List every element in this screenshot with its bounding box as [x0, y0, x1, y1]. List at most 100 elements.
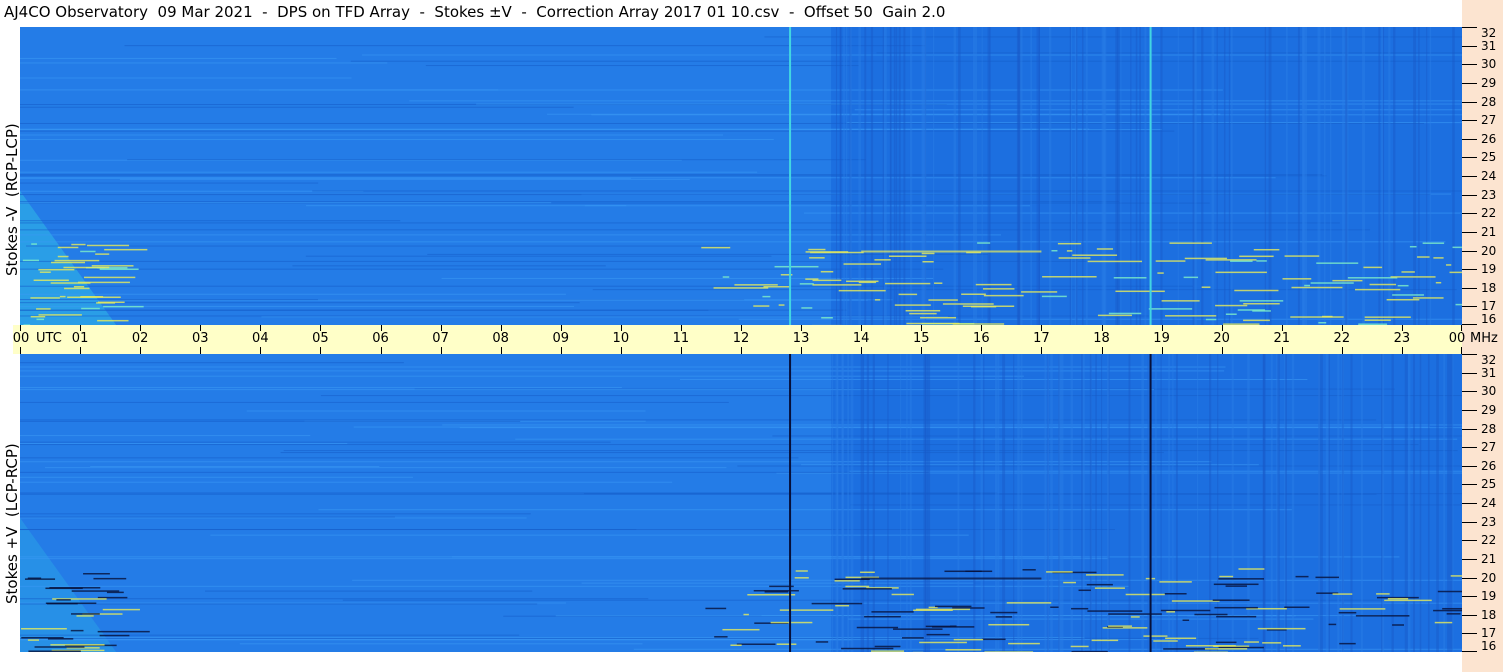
- time-tick: [1401, 347, 1403, 354]
- heatmap-burst: [856, 626, 899, 629]
- heatmap-streak: [20, 585, 1129, 587]
- heatmap-burst: [1153, 640, 1178, 642]
- frequency-tick: [1462, 651, 1477, 652]
- heatmap-burst: [50, 282, 91, 284]
- heatmap-burst: [834, 580, 860, 582]
- heatmap-column: [1285, 27, 1288, 325]
- frequency-tick: [1462, 269, 1477, 271]
- heatmap-burst: [838, 289, 886, 292]
- heatmap-column: [1230, 27, 1233, 325]
- heatmap-burst: [1212, 599, 1250, 601]
- frequency-tick: [1462, 287, 1477, 289]
- frequency-tick: [1462, 391, 1477, 393]
- heatmap-burst: [31, 243, 37, 245]
- heatmap-streak: [20, 139, 774, 141]
- heatmap-burst: [705, 607, 727, 610]
- heatmap-column: [1443, 354, 1446, 652]
- heatmap-burst: [734, 284, 778, 286]
- time-unit-label: UTC: [36, 331, 62, 346]
- heatmap-column: [1070, 354, 1073, 652]
- heatmap-column: [1318, 354, 1321, 652]
- heatmap-burst: [1215, 304, 1248, 307]
- heatmap-burst: [70, 629, 84, 632]
- heatmap-streak: [312, 190, 1462, 192]
- frequency-tick: [1462, 558, 1477, 560]
- heatmap-streak: [280, 452, 1164, 454]
- heatmap-streak: [320, 395, 1462, 397]
- heatmap-burst: [821, 317, 833, 319]
- heatmap-burst: [36, 308, 51, 310]
- heatmap-burst: [57, 246, 79, 249]
- heatmap-column: [898, 27, 901, 325]
- heatmap-column: [1172, 354, 1174, 652]
- heatmap-burst: [1041, 295, 1067, 298]
- heatmap-column: [850, 354, 854, 652]
- heatmap-burst: [874, 645, 901, 648]
- frequency-tick-label: 18: [1481, 607, 1497, 622]
- time-tick-label: 18: [1093, 331, 1110, 346]
- heatmap-column: [975, 27, 977, 325]
- heatmap-column: [1002, 354, 1006, 652]
- heatmap-streak: [239, 643, 643, 645]
- heatmap-column: [1069, 27, 1072, 325]
- heatmap-column: [1427, 354, 1430, 652]
- heatmap-burst: [1363, 266, 1383, 269]
- heatmap-burst: [845, 585, 870, 588]
- heatmap-streak: [20, 516, 395, 518]
- heatmap-streak: [584, 205, 1031, 207]
- spectrogram-bottom-panel: [20, 354, 1462, 652]
- heatmap-burst: [815, 641, 829, 643]
- heatmap-burst: [83, 276, 136, 279]
- heatmap-burst: [1338, 611, 1357, 614]
- heatmap-column: [1048, 27, 1052, 325]
- heatmap-burst: [926, 633, 950, 636]
- heatmap-streak: [764, 36, 1462, 38]
- heatmap-streak: [127, 159, 866, 161]
- heatmap-column: [1404, 354, 1408, 652]
- heatmap-column: [1317, 27, 1321, 325]
- time-tick: [981, 347, 983, 354]
- heatmap-column: [1419, 354, 1422, 652]
- heatmap-column: [1264, 27, 1267, 325]
- heatmap-column: [1194, 27, 1197, 325]
- time-tick-label: 23: [1393, 331, 1411, 346]
- time-tick: [200, 347, 202, 354]
- time-tick: [1221, 347, 1223, 354]
- time-tick-label: 07: [432, 331, 449, 346]
- frequency-tick-label: 21: [1481, 551, 1497, 566]
- heatmap-streak: [20, 77, 352, 79]
- heatmap-burst: [905, 309, 941, 312]
- heatmap-burst: [1433, 257, 1444, 259]
- spectrogram-bottom: [20, 354, 1462, 652]
- heatmap-column: [887, 354, 889, 652]
- heatmap-burst: [1160, 609, 1211, 612]
- heatmap-burst: [893, 628, 943, 630]
- heatmap-column: [1036, 27, 1038, 325]
- frequency-tick-label: 27: [1481, 440, 1497, 455]
- heatmap-burst: [1091, 639, 1119, 642]
- heatmap-burst: [56, 599, 71, 601]
- heatmap-column: [882, 27, 884, 325]
- heatmap-burst: [50, 644, 105, 646]
- heatmap-burst: [76, 615, 94, 617]
- heatmap-burst: [1392, 294, 1424, 296]
- time-tick-label: 03: [191, 331, 209, 346]
- frequency-tick: [1462, 465, 1477, 467]
- heatmap-burst: [1225, 585, 1248, 587]
- heatmap-column: [1058, 354, 1061, 652]
- heatmap-burst: [1355, 615, 1410, 617]
- heatmap-column: [843, 27, 845, 325]
- heatmap-burst: [1165, 637, 1197, 640]
- heatmap-column: [858, 27, 861, 325]
- heatmap-burst: [1097, 314, 1132, 317]
- heatmap-burst: [1262, 642, 1282, 644]
- heatmap-burst: [843, 263, 881, 265]
- frequency-tick: [1462, 213, 1477, 215]
- heatmap-burst: [27, 639, 40, 641]
- heatmap-burst: [57, 255, 69, 258]
- heatmap-burst: [1215, 271, 1267, 274]
- heatmap-streak: [20, 182, 319, 184]
- heatmap-burst: [995, 616, 1013, 618]
- heatmap-burst: [864, 615, 901, 618]
- heatmap-column: [1391, 354, 1394, 652]
